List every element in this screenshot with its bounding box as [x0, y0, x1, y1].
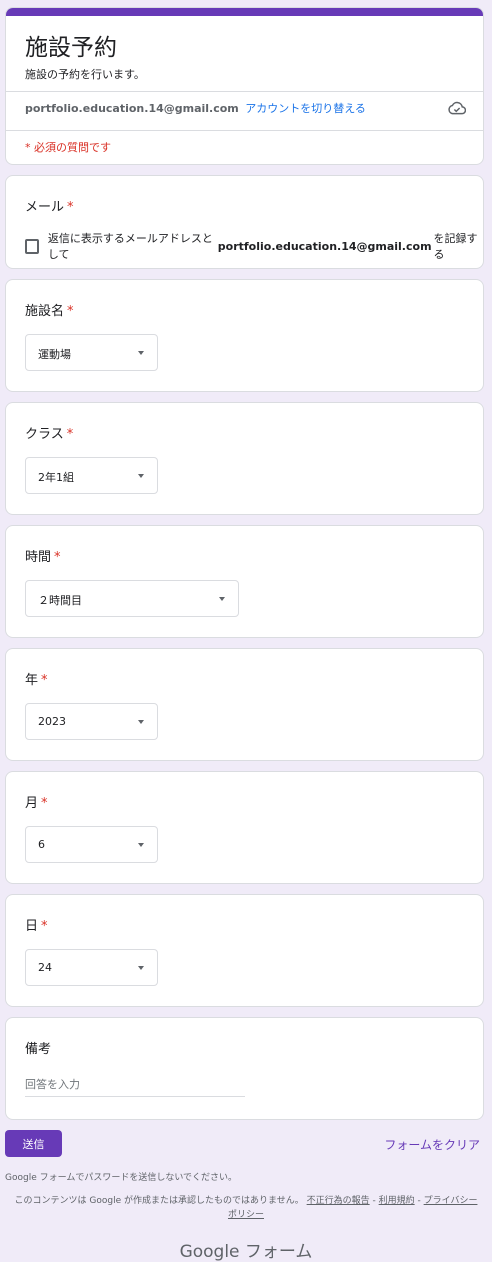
disclaimer-text: このコンテンツは Google が作成または承認したものではありません。: [14, 1196, 304, 1206]
report-abuse-link[interactable]: 不正行為の報告: [307, 1196, 370, 1206]
question-year: 年 * 2023: [5, 648, 484, 761]
required-star: *: [66, 427, 74, 442]
question-label: クラス *: [25, 427, 74, 442]
account-email: portfolio.education.14@gmail.com: [25, 102, 239, 115]
brand-google: Google: [179, 1242, 240, 1262]
separator: -: [369, 1196, 379, 1206]
required-star: *: [41, 796, 48, 811]
selected-value: ２時間目: [38, 594, 82, 607]
chevron-down-icon: [138, 474, 144, 478]
clear-form-button[interactable]: フォームをクリア: [384, 1136, 480, 1153]
terms-link[interactable]: 利用規約: [379, 1196, 415, 1206]
required-star: *: [67, 304, 74, 319]
question-label: 年 *: [25, 673, 48, 688]
day-select[interactable]: 24: [25, 949, 158, 986]
accent-bar: [6, 8, 483, 16]
question-facility: 施設名 * 運動場: [5, 279, 484, 392]
switch-account-link[interactable]: アカウントを切り替える: [245, 102, 366, 115]
checkbox-label-email: portfolio.education.14@gmail.com: [217, 239, 432, 253]
required-star: *: [41, 673, 48, 688]
disclaimer: このコンテンツは Google が作成または承認したものではありません。 不正行…: [10, 1194, 482, 1222]
brand-forms: フォーム: [244, 1242, 313, 1262]
notes-input[interactable]: 回答を入力: [25, 1076, 245, 1097]
checkbox-label-prefix: 返信に表示するメールアドレスとして: [47, 232, 213, 261]
form-description: 施設の予約を行います。: [25, 68, 145, 81]
question-email: メール * 返信に表示するメールアドレスとして portfolio.educati…: [5, 175, 484, 269]
question-label: 時間 *: [25, 550, 61, 565]
required-note: * 必須の質問です: [25, 141, 111, 154]
selected-value: 2023: [38, 715, 66, 728]
selected-value: 2年1組: [38, 471, 74, 484]
chevron-down-icon: [138, 720, 144, 724]
question-month: 月 * 6: [5, 771, 484, 884]
question-class: クラス * 2年1組: [5, 402, 484, 515]
divider: [6, 130, 483, 131]
question-label: 月 *: [25, 796, 48, 811]
chevron-down-icon: [138, 843, 144, 847]
required-star: *: [67, 200, 74, 215]
record-email-checkbox-row[interactable]: 返信に表示するメールアドレスとして portfolio.education.14…: [25, 230, 483, 262]
form-title: 施設予約: [25, 35, 117, 61]
question-period: 時間 * ２時間目: [5, 525, 484, 638]
question-day: 日 * 24: [5, 894, 484, 1007]
google-forms-logo[interactable]: Google フォーム: [0, 1237, 492, 1262]
question-notes: 備考 回答を入力: [5, 1017, 484, 1120]
facility-select[interactable]: 運動場: [25, 334, 158, 371]
separator: -: [414, 1196, 424, 1206]
period-select[interactable]: ２時間目: [25, 580, 239, 617]
required-star: *: [54, 550, 61, 565]
form-header-card: 施設予約 施設の予約を行います。 portfolio.education.14@…: [5, 7, 484, 165]
divider: [6, 91, 483, 92]
checkbox-label-suffix: を記録する: [433, 232, 478, 261]
chevron-down-icon: [138, 351, 144, 355]
year-select[interactable]: 2023: [25, 703, 158, 740]
password-warning: Google フォームでパスワードを送信しないでください。: [5, 1173, 238, 1183]
account-row: portfolio.education.14@gmail.com アカウントを切…: [25, 100, 366, 116]
required-star: *: [41, 919, 48, 934]
question-label: 備考: [25, 1042, 52, 1057]
question-label: メール *: [25, 200, 74, 215]
selected-value: 24: [38, 961, 52, 974]
chevron-down-icon: [138, 966, 144, 970]
chevron-down-icon: [219, 597, 225, 601]
selected-value: 6: [38, 838, 45, 851]
submit-button[interactable]: 送信: [5, 1130, 62, 1157]
question-label: 施設名 *: [25, 304, 74, 319]
class-select[interactable]: 2年1組: [25, 457, 158, 494]
record-email-checkbox[interactable]: [25, 238, 39, 254]
month-select[interactable]: 6: [25, 826, 158, 863]
cloud-check-icon: [448, 101, 466, 115]
question-label: 日 *: [25, 919, 48, 934]
selected-value: 運動場: [38, 348, 71, 361]
